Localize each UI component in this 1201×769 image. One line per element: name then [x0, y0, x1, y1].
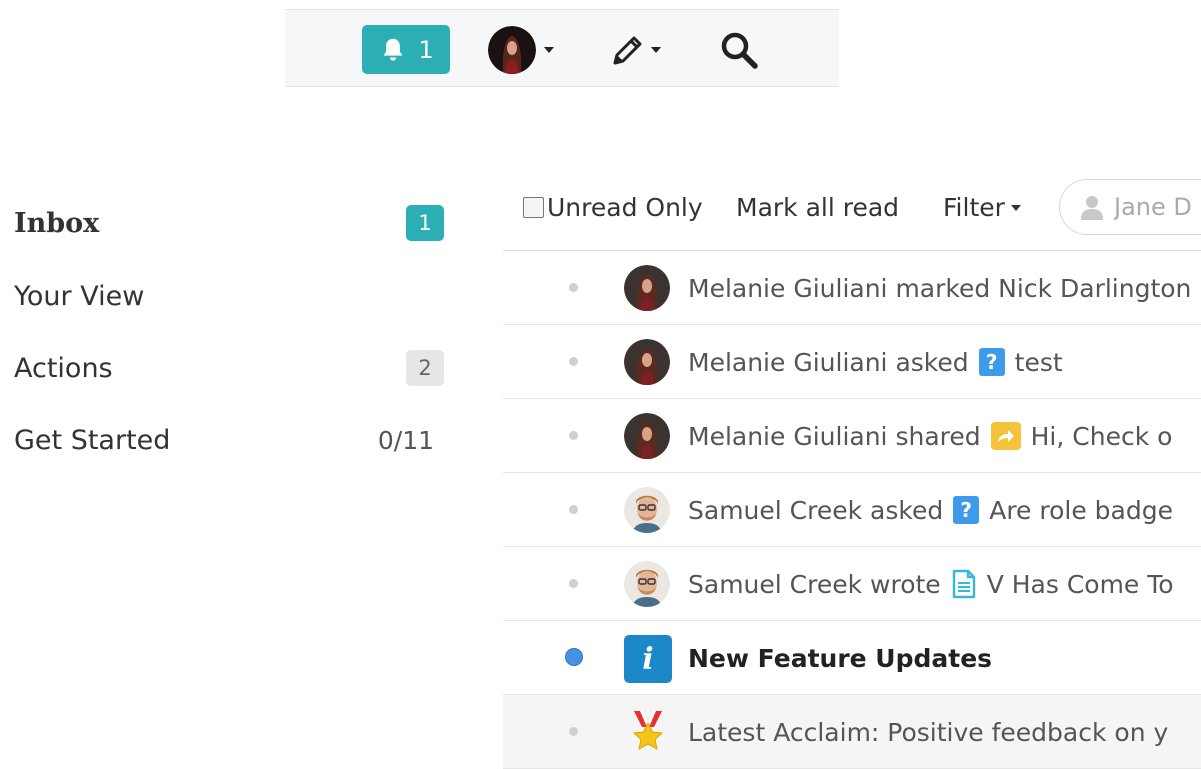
compose-button[interactable] — [607, 28, 661, 72]
sidebar-item-get-started[interactable]: Get Started 0/11 — [14, 418, 444, 462]
mark-all-read-link[interactable]: Mark all read — [736, 193, 899, 222]
feed-item-text-wrap: Samuel Creek asked ? Are role badge — [688, 473, 1173, 546]
feed-item-text: Melanie Giuliani marked Nick Darlington — [688, 273, 1192, 303]
bell-icon — [383, 38, 403, 61]
read-status-dot[interactable] — [569, 579, 578, 588]
avatar — [624, 413, 670, 459]
filter-bar: Unread Only Mark all read Filter — [503, 175, 1201, 251]
user-filter-input-wrap[interactable] — [1059, 179, 1201, 235]
feed-item-title[interactable]: V Has Come To — [987, 570, 1174, 599]
feed-item[interactable]: Melanie Giuliani shared Hi, Check o — [503, 399, 1201, 473]
read-status-dot[interactable] — [569, 283, 578, 292]
feed-item-unread[interactable]: i New Feature Updates — [503, 621, 1201, 695]
share-icon — [990, 422, 1021, 450]
avatar — [624, 561, 670, 607]
read-status-dot[interactable] — [569, 505, 578, 514]
feed-item-actor: Melanie Giuliani asked — [688, 347, 969, 377]
avatar — [624, 339, 670, 385]
question-icon: ? — [978, 348, 1005, 376]
top-toolbar: 1 — [285, 9, 839, 87]
notification-count: 1 — [418, 35, 434, 64]
sidebar-item-your-view[interactable]: Your View — [14, 274, 444, 318]
sidebar-item-label: Inbox — [14, 207, 100, 239]
avatar — [624, 265, 670, 311]
read-status-dot[interactable] — [569, 357, 578, 366]
feed-item-title[interactable]: New Feature Updates — [688, 644, 992, 673]
document-icon — [952, 569, 975, 599]
feed-item-text-wrap: Latest Acclaim: Positive feedback on y — [688, 695, 1168, 768]
sidebar-item-label: Actions — [14, 352, 113, 384]
unread-only-checkbox[interactable] — [523, 197, 544, 218]
sidebar-item-label: Get Started — [14, 424, 171, 456]
feed-item-text-wrap: Melanie Giuliani marked Nick Darlington — [688, 251, 1192, 324]
get-started-progress: 0/11 — [377, 425, 434, 455]
chevron-down-icon — [1010, 204, 1021, 211]
avatar — [488, 26, 536, 74]
feed-item-actor: Melanie Giuliani shared — [688, 421, 981, 451]
chevron-down-icon — [544, 47, 554, 53]
read-status-dot[interactable] — [569, 431, 578, 440]
feed-item-title[interactable]: Hi, Check o — [1031, 422, 1173, 451]
filter-label: Filter — [943, 193, 1005, 222]
feed-item-text-wrap: New Feature Updates — [688, 621, 992, 694]
search-icon — [721, 32, 758, 69]
search-button[interactable] — [715, 28, 763, 72]
feed-item-text-wrap: Samuel Creek wrote V Has Come To — [688, 547, 1174, 620]
feed-item-title[interactable]: test — [1015, 348, 1063, 377]
avatar — [624, 487, 670, 533]
user-icon — [1081, 196, 1103, 220]
read-status-dot[interactable] — [569, 727, 578, 736]
pencil-icon — [613, 36, 642, 65]
sidebar-item-label: Your View — [14, 280, 145, 312]
actions-count-badge: 2 — [406, 350, 444, 386]
question-icon: ? — [953, 496, 980, 524]
unread-status-dot[interactable] — [565, 648, 583, 666]
chevron-down-icon — [651, 47, 661, 53]
feed-item[interactable]: Samuel Creek asked ? Are role badge — [503, 473, 1201, 547]
feed-item[interactable]: Latest Acclaim: Positive feedback on y — [503, 695, 1201, 769]
feed-item[interactable]: Samuel Creek wrote V Has Come To — [503, 547, 1201, 621]
filter-dropdown[interactable]: Filter — [943, 193, 1021, 222]
sidebar-item-actions[interactable]: Actions 2 — [14, 346, 444, 390]
feed-item-title[interactable]: Are role badge — [989, 496, 1173, 525]
activity-feed: Unread Only Mark all read Filter Jane D … — [503, 175, 1201, 769]
sidebar-item-inbox[interactable]: Inbox 1 — [14, 201, 444, 245]
user-menu-button[interactable] — [488, 26, 554, 74]
info-icon: i — [624, 635, 672, 683]
feed-item-text-wrap: Melanie Giuliani shared Hi, Check o — [688, 399, 1173, 472]
feed-item-actor: Samuel Creek wrote — [688, 569, 941, 599]
feed-item[interactable]: Melanie Giuliani marked Nick Darlington — [503, 251, 1201, 325]
award-star-icon — [632, 711, 664, 750]
feed-item-text-wrap: Melanie Giuliani asked ? test — [688, 325, 1063, 398]
feed-item-title[interactable]: Latest Acclaim: Positive feedback on y — [688, 718, 1168, 747]
feed-item-actor: Samuel Creek asked — [688, 495, 944, 525]
user-filter-input[interactable] — [1114, 193, 1201, 221]
feed-item[interactable]: Melanie Giuliani asked ? test — [503, 325, 1201, 399]
notifications-button[interactable]: 1 — [362, 25, 450, 74]
inbox-count-badge: 1 — [406, 205, 444, 241]
unread-only-label: Unread Only — [547, 193, 703, 222]
feed-list: Melanie Giuliani marked Nick Darlington … — [503, 251, 1201, 769]
unread-only-toggle[interactable]: Unread Only — [523, 193, 703, 222]
